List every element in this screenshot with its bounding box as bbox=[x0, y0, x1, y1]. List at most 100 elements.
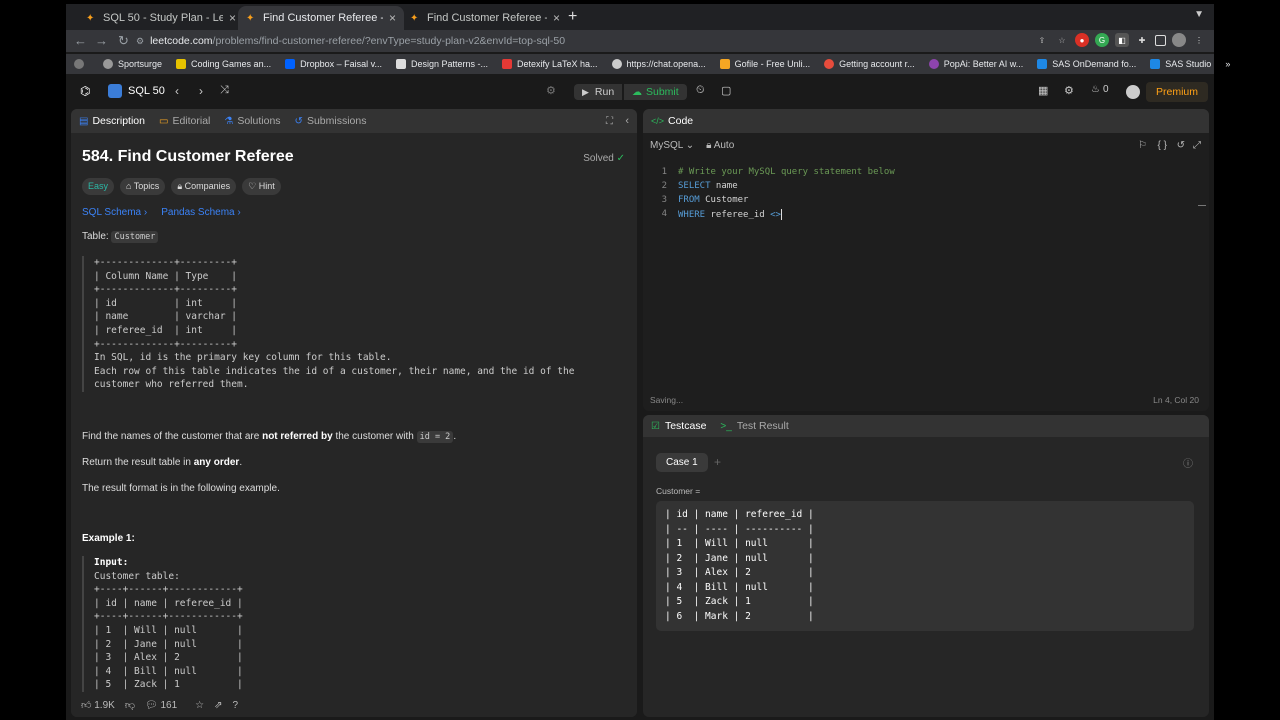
bookmark-item[interactable]: Getting account r... bbox=[824, 59, 915, 69]
user-avatar[interactable] bbox=[1126, 85, 1140, 99]
address-bar[interactable]: ⚙ leetcode.com/problems/find-customer-re… bbox=[136, 32, 1016, 50]
code-token: FROM bbox=[678, 195, 700, 205]
tab-submissions[interactable]: ↺ Submissions bbox=[295, 115, 367, 127]
close-icon[interactable]: × bbox=[389, 11, 396, 25]
format-braces-icon[interactable]: { } bbox=[1158, 140, 1167, 151]
extension-icon[interactable]: ◧ bbox=[1115, 33, 1129, 47]
topics-button[interactable]: ⌂ Topics bbox=[120, 178, 166, 195]
comments-button[interactable]: 💬︎ 161 bbox=[145, 700, 177, 711]
scrollbar-marker[interactable] bbox=[1198, 205, 1206, 206]
text-cursor bbox=[780, 209, 782, 220]
reset-icon[interactable]: ↺ bbox=[1177, 140, 1185, 151]
shuffle-icon[interactable]: ⤨ bbox=[220, 84, 229, 97]
bookmark-item[interactable]: Gofile - Free Unli... bbox=[719, 59, 810, 69]
close-icon[interactable]: × bbox=[553, 11, 560, 25]
schema-links: SQL Schema › Pandas Schema › bbox=[82, 207, 626, 218]
code-editor[interactable]: 1 # Write your MySQL query statement belo… bbox=[643, 165, 1209, 365]
hint-button[interactable]: ♡ Hint bbox=[242, 178, 281, 195]
more-bookmarks-icon[interactable]: » bbox=[1225, 59, 1230, 69]
lock-icon: 🔒︎ bbox=[706, 139, 712, 151]
maximize-icon[interactable]: ⛶ bbox=[606, 116, 613, 127]
next-problem-chevron-icon[interactable]: › bbox=[199, 84, 203, 98]
browser-tab-active[interactable]: ✦ Find Customer Referee - LeetCode × bbox=[238, 6, 405, 30]
code-line: FROM Customer bbox=[678, 195, 748, 205]
problem-title: 584. Find Customer Referee bbox=[82, 148, 294, 165]
collapse-chevron-icon[interactable]: ‹ bbox=[625, 115, 629, 127]
share-icon[interactable]: ⇪ bbox=[1035, 33, 1049, 47]
premium-button[interactable]: Premium bbox=[1145, 82, 1208, 102]
bookmark-item[interactable]: Sportsurge bbox=[103, 59, 162, 69]
tab-testcase[interactable]: ☑ Testcase bbox=[651, 420, 706, 432]
bookmark-apps-icon[interactable] bbox=[74, 59, 89, 69]
grammarly-icon[interactable]: G bbox=[1095, 33, 1109, 47]
auto-mode[interactable]: 🔒︎ Auto bbox=[706, 140, 734, 151]
history-icon: ↺ bbox=[294, 115, 303, 127]
run-button[interactable]: ▶ Run bbox=[574, 84, 623, 100]
companies-button[interactable]: 🔒︎ Companies bbox=[171, 178, 237, 195]
layout-grid-icon[interactable]: ▦ bbox=[1038, 84, 1048, 97]
profile-avatar[interactable] bbox=[1172, 33, 1186, 47]
favorite-star-icon[interactable]: ☆ bbox=[195, 700, 204, 711]
study-plan-link[interactable]: SQL 50 bbox=[108, 84, 165, 98]
new-tab-button[interactable]: + bbox=[568, 8, 577, 26]
testcase-input[interactable]: | id | name | referee_id | | -- | ---- |… bbox=[656, 501, 1194, 631]
code-token: SELECT bbox=[678, 181, 711, 191]
site-info-icon[interactable]: ⚙ bbox=[136, 36, 144, 47]
submit-button[interactable]: ☁ Submit bbox=[624, 84, 687, 100]
debug-icon[interactable]: ⚙ bbox=[546, 84, 556, 97]
bookmark-item[interactable]: SAS OnDemand fo... bbox=[1037, 59, 1136, 69]
streak-counter[interactable]: ♨ 0 bbox=[1091, 84, 1109, 95]
tab-solutions[interactable]: ⚗ Solutions bbox=[224, 115, 280, 127]
tab-search-chevron-icon[interactable]: ▼ bbox=[1194, 9, 1204, 20]
bookmark-star-icon[interactable]: ☆ bbox=[1055, 33, 1069, 47]
expand-icon[interactable]: ⤢ bbox=[1193, 140, 1201, 151]
bookmark-item[interactable]: Dropbox – Faisal v... bbox=[285, 59, 382, 69]
bookmark-item[interactable]: Design Patterns -... bbox=[395, 59, 488, 69]
share-icon[interactable]: ⇗ bbox=[214, 700, 222, 711]
bookmark-item[interactable]: Coding Games an... bbox=[176, 59, 271, 69]
task-statement: Find the names of the customer that are … bbox=[82, 430, 457, 443]
language-select[interactable]: MySQL ⌄ bbox=[650, 140, 694, 151]
dislike-button[interactable]: 👎︎ bbox=[125, 699, 135, 711]
notes-icon[interactable]: ▢ bbox=[721, 84, 731, 97]
tab-description[interactable]: ▤ Description bbox=[79, 115, 145, 127]
reload-icon[interactable]: ↻ bbox=[118, 33, 129, 49]
adblock-icon[interactable]: ● bbox=[1075, 33, 1089, 47]
description-icon: ▤ bbox=[79, 115, 89, 127]
forward-arrow-icon[interactable]: → bbox=[95, 33, 108, 48]
bookmark-item[interactable]: PopAi: Better AI w... bbox=[928, 59, 1023, 69]
tab-strip: ✦ SQL 50 - Study Plan - LeetCode × ✦ Fin… bbox=[66, 4, 1214, 30]
tab-test-result[interactable]: >_ Test Result bbox=[720, 420, 788, 432]
prev-problem-chevron-icon[interactable]: ‹ bbox=[175, 84, 179, 98]
chevron-down-icon: ⌄ bbox=[685, 139, 695, 151]
format-statement: The result format is in the following ex… bbox=[82, 482, 280, 494]
side-panel-icon[interactable] bbox=[1155, 34, 1166, 46]
line-number: 3 bbox=[661, 195, 667, 205]
back-arrow-icon[interactable]: ← bbox=[74, 33, 87, 48]
solved-status: Solved ✓ bbox=[583, 153, 625, 164]
case-1-button[interactable]: Case 1 bbox=[656, 453, 708, 472]
settings-gear-icon[interactable]: ⚙ bbox=[1064, 84, 1074, 97]
close-icon[interactable]: × bbox=[229, 11, 236, 25]
bookmark-item[interactable]: https://chat.opena... bbox=[611, 59, 706, 69]
leetcode-logo-icon[interactable]: ⌬ bbox=[80, 84, 90, 98]
info-icon[interactable]: ⓘ bbox=[1183, 455, 1193, 470]
like-button[interactable]: 👍︎ 1.9K bbox=[81, 699, 115, 711]
bookmark-icon[interactable]: ⚐ bbox=[1138, 140, 1147, 151]
upload-cloud-icon: ☁ bbox=[632, 86, 642, 98]
bookmark-item[interactable]: Detexify LaTeX ha... bbox=[502, 59, 598, 69]
toolbar-icons: ⇪ ☆ ● G ◧ ✚ ⋮ bbox=[1035, 33, 1206, 47]
browser-tab-third[interactable]: ✦ Find Customer Referee - LeetCode × bbox=[402, 6, 568, 30]
puzzle-extensions-icon[interactable]: ✚ bbox=[1135, 33, 1149, 47]
timer-icon[interactable]: ⏲ bbox=[696, 84, 705, 97]
tab-editorial[interactable]: ▭ Editorial bbox=[159, 115, 210, 127]
more-menu-icon[interactable]: ⋮ bbox=[1192, 33, 1206, 47]
add-case-icon[interactable]: + bbox=[714, 455, 721, 469]
browser-tab-sql50[interactable]: ✦ SQL 50 - Study Plan - LeetCode × bbox=[78, 6, 244, 30]
leetcode-header: ⌬ SQL 50 ‹ › ⤨ ⚙ ▶ Run ☁ Submit ⏲ ▢ ▦ ⚙ ♨ 0… bbox=[66, 80, 1214, 106]
bookmark-item[interactable]: SAS Studio bbox=[1150, 59, 1211, 69]
pandas-schema-link[interactable]: Pandas Schema › bbox=[161, 207, 241, 218]
sql-schema-link[interactable]: SQL Schema › bbox=[82, 207, 147, 218]
help-icon[interactable]: ? bbox=[233, 700, 239, 711]
tag-row: Easy ⌂ Topics 🔒︎ Companies ♡ Hint bbox=[82, 178, 626, 195]
